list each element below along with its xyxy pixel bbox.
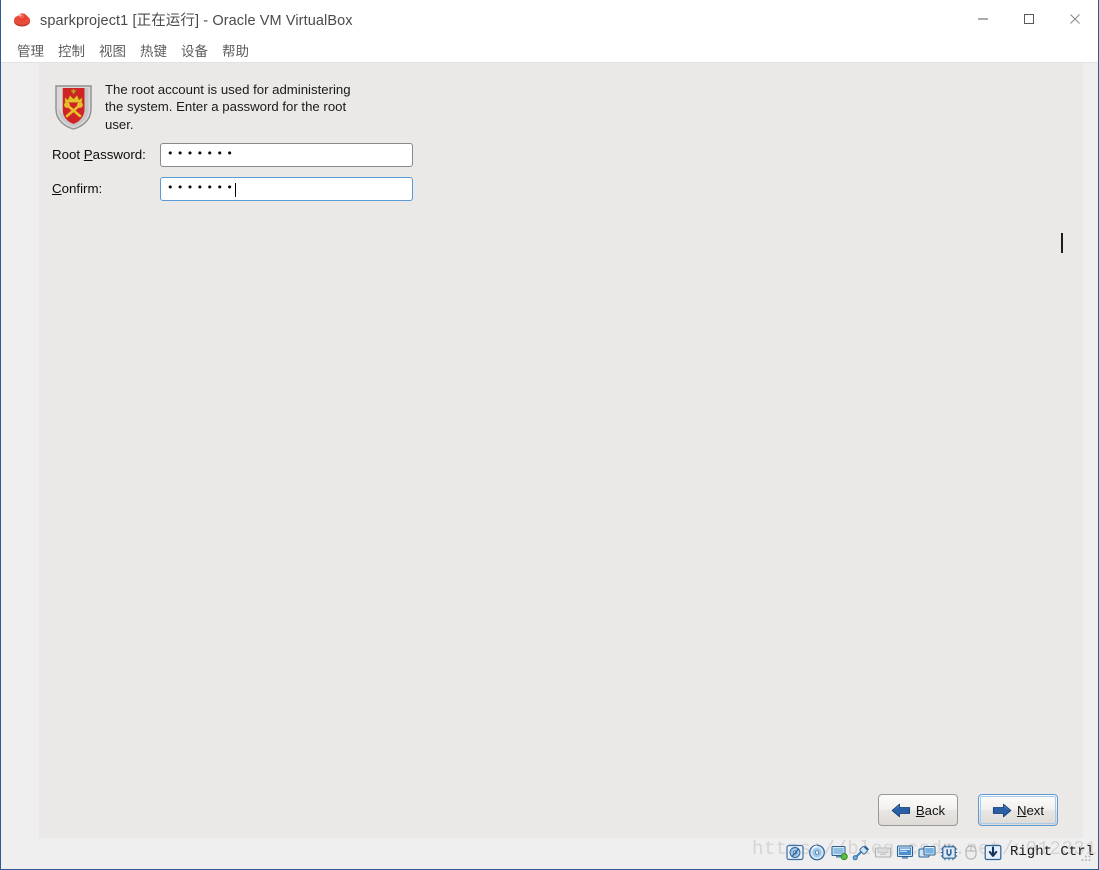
root-password-label: Root Password: (52, 147, 160, 162)
mouse-integration-icon[interactable] (962, 844, 980, 861)
floppy-drive-icon[interactable] (874, 844, 892, 861)
root-password-shield-icon (52, 83, 95, 131)
root-password-panel: The root account is used for administeri… (52, 81, 452, 201)
root-password-label-after: assword: (92, 147, 146, 163)
cpu-features-icon[interactable] (940, 844, 958, 861)
menu-bar: 管理 控制 视图 热键 设备 帮助 (1, 38, 1098, 63)
guest-display[interactable]: The root account is used for administeri… (39, 63, 1083, 838)
confirm-password-input[interactable]: ••••••• (160, 176, 413, 201)
root-password-label-mnemonic: P (83, 147, 93, 163)
host-key-icon[interactable] (984, 844, 1002, 861)
next-button-label: Next (1016, 802, 1045, 818)
virtualbox-window: sparkproject1 [正在运行] - Oracle VM Virtual… (0, 0, 1099, 870)
back-button[interactable]: Back (878, 794, 958, 826)
confirm-password-value: ••••••• (167, 181, 237, 195)
minimize-button[interactable] (960, 0, 1006, 38)
status-bar: https://blog.csdn.net/u0123318074 (2, 838, 1098, 868)
confirm-password-label: Confirm: (52, 181, 160, 196)
menu-item-manage[interactable]: 管理 (10, 38, 51, 62)
text-caret (235, 182, 237, 197)
usb-device-icon[interactable] (852, 844, 870, 861)
display-icon[interactable] (896, 844, 914, 861)
optical-drive-icon[interactable] (808, 844, 826, 861)
confirm-password-label-after: onfirm: (61, 181, 103, 197)
menu-item-devices[interactable]: 设备 (174, 38, 215, 62)
root-password-value: ••••••• (167, 147, 237, 161)
confirm-password-row: Confirm: ••••••• (52, 176, 452, 201)
shared-folders-icon[interactable] (918, 844, 936, 861)
root-password-label-before: Root (52, 147, 84, 163)
navigation-buttons: Back Next (878, 794, 1058, 826)
dialog-description: The root account is used for administeri… (105, 82, 351, 132)
virtualbox-logo-icon (13, 10, 31, 28)
menu-item-help[interactable]: 帮助 (215, 38, 256, 62)
menu-item-view[interactable]: 视图 (92, 38, 133, 62)
maximize-button[interactable] (1006, 0, 1052, 38)
network-adapter-icon[interactable] (830, 844, 848, 861)
window-title: sparkproject1 [正在运行] - Oracle VM Virtual… (40, 12, 353, 29)
close-button[interactable] (1052, 0, 1098, 38)
status-icons-group: Right Ctrl (786, 840, 1094, 864)
resize-grip-icon[interactable] (1080, 850, 1092, 862)
guest-cursor-artifact (1061, 233, 1063, 253)
back-button-label: Back (915, 802, 946, 818)
next-button[interactable]: Next (978, 794, 1058, 826)
vm-host-area: The root account is used for administeri… (2, 63, 1098, 839)
menu-item-control[interactable]: 控制 (51, 38, 92, 62)
title-bar: sparkproject1 [正在运行] - Oracle VM Virtual… (1, 0, 1098, 38)
root-password-input[interactable]: ••••••• (160, 142, 413, 167)
intro-row: The root account is used for administeri… (52, 81, 452, 133)
confirm-password-label-mnemonic: C (52, 181, 62, 197)
arrow-right-icon (992, 803, 1012, 817)
arrow-left-icon (891, 803, 910, 817)
hard-disk-icon[interactable] (786, 844, 804, 861)
root-password-row: Root Password: ••••••• (52, 142, 452, 167)
window-controls (960, 0, 1098, 38)
menu-item-hotkey[interactable]: 热键 (133, 38, 174, 62)
